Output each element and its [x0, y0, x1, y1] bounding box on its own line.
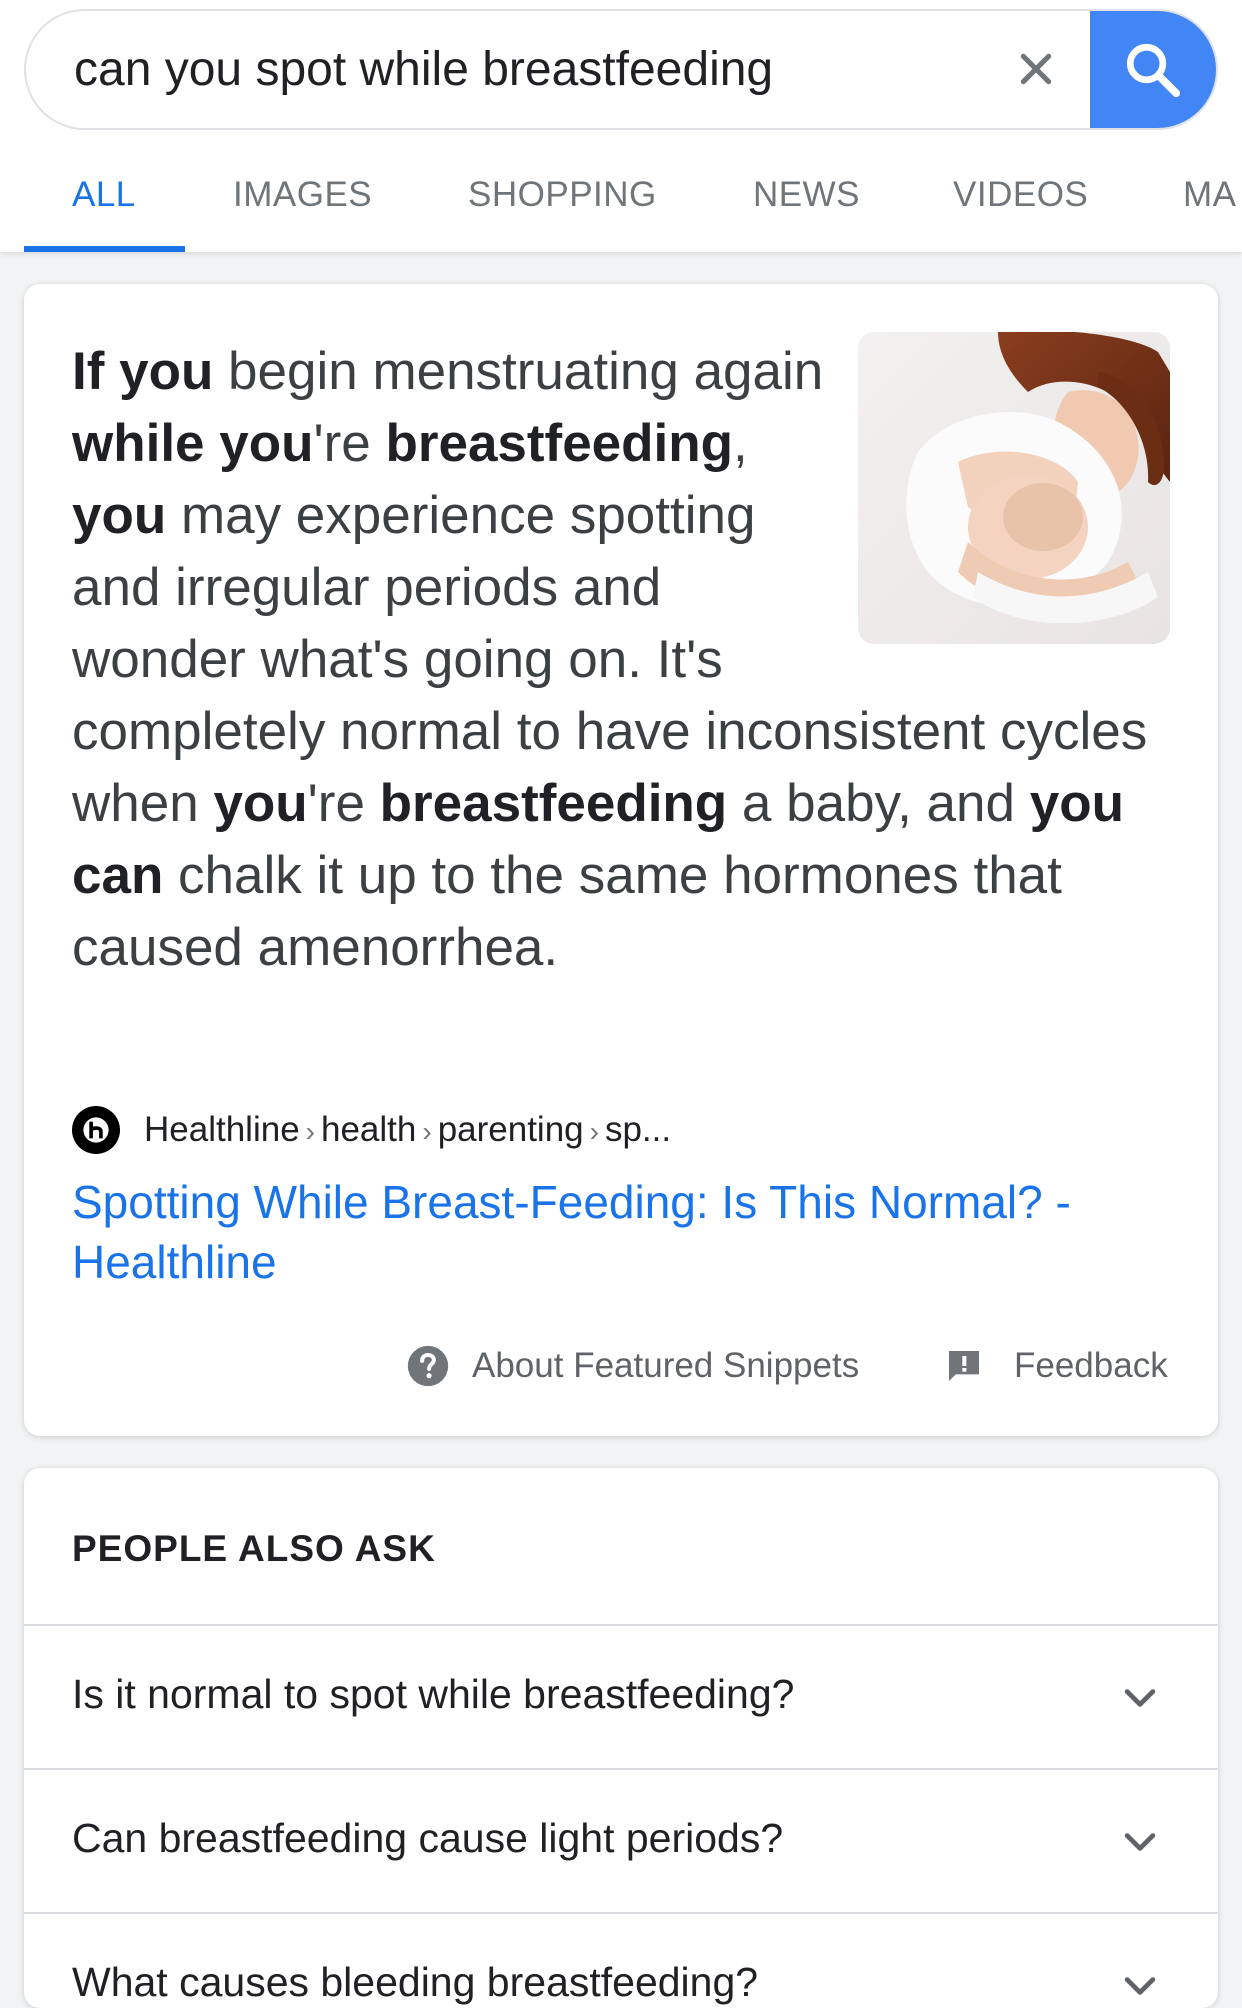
snippet-highlight: breastfeeding	[385, 414, 733, 473]
paa-question[interactable]: Can breastfeeding cause light periods?	[24, 1768, 1218, 1912]
snippet-highlight: you	[213, 774, 308, 833]
paa-question-text: Can breastfeeding cause light periods?	[72, 1815, 784, 1861]
help-circle-icon	[407, 1345, 449, 1387]
snippet-segment: begin menstruating again	[213, 342, 824, 401]
paa-question-text: Is it normal to spot while breastfeeding…	[72, 1671, 795, 1717]
paa-question[interactable]: Is it normal to spot while breastfeeding…	[24, 1624, 1218, 1768]
tab-news[interactable]: NEWS	[753, 175, 860, 215]
tab-all[interactable]: ALL	[72, 175, 136, 215]
about-featured-snippets-label: About Featured Snippets	[472, 1346, 860, 1385]
snippet-segment: a baby, and	[727, 774, 1030, 833]
breadcrumb-segment: health	[320, 1110, 417, 1149]
featured-snippet-card: If you begin menstruating again while yo…	[24, 284, 1218, 1436]
breadcrumb-segment: sp...	[604, 1110, 672, 1149]
search-box	[24, 9, 1218, 130]
snippet-highlight: If you	[72, 342, 214, 401]
snippet-highlight: you	[72, 486, 167, 545]
snippet-highlight: while you	[72, 414, 314, 473]
tab-shopping[interactable]: SHOPPING	[468, 175, 657, 215]
paa-question[interactable]: What causes bleeding breastfeeding?	[24, 1912, 1218, 2008]
snippet-segment: 're	[313, 414, 386, 473]
result-title-link[interactable]: Spotting While Breast-Feeding: Is This N…	[72, 1172, 1182, 1292]
feedback-icon	[949, 1351, 979, 1381]
snippet-source[interactable]: Healthline › health › parenting › sp...	[72, 1106, 671, 1154]
feedback-label: Feedback	[1014, 1346, 1168, 1385]
chevron-down-icon	[1124, 1689, 1156, 1707]
clear-search-button[interactable]	[1006, 39, 1066, 99]
about-featured-snippets-button[interactable]: About Featured Snippets	[406, 1334, 859, 1398]
healthline-logo-icon	[72, 1106, 120, 1154]
source-breadcrumb: Healthline › health › parenting › sp...	[144, 1110, 672, 1149]
chevron-down-icon	[1124, 1977, 1156, 1995]
search-header: ALL IMAGES SHOPPING NEWS VIDEOS MA	[0, 0, 1242, 252]
people-also-ask-card: PEOPLE ALSO ASK Is it normal to spot whi…	[24, 1468, 1218, 2008]
people-also-ask-title: PEOPLE ALSO ASK	[72, 1528, 436, 1569]
search-input[interactable]	[74, 11, 974, 128]
source-site-name: Healthline	[144, 1110, 300, 1149]
paa-question-text: What causes bleeding breastfeeding?	[72, 1959, 759, 2005]
breadcrumb-segment: parenting	[437, 1110, 584, 1149]
snippet-text: If you begin menstruating again while yo…	[72, 336, 1172, 984]
tab-videos[interactable]: VIDEOS	[953, 175, 1088, 215]
snippet-highlight: breastfeeding	[379, 774, 728, 833]
snippet-footer: About Featured Snippets Feedback	[24, 1334, 1218, 1398]
snippet-segment: ,	[733, 414, 748, 473]
search-icon	[1126, 43, 1181, 97]
active-tab-indicator	[24, 246, 185, 252]
search-tabs: ALL IMAGES SHOPPING NEWS VIDEOS MA	[0, 160, 1242, 252]
tab-images[interactable]: IMAGES	[233, 175, 372, 215]
snippet-segment: 're	[307, 774, 380, 833]
feedback-button[interactable]: Feedback	[944, 1334, 1168, 1398]
search-button[interactable]	[1090, 11, 1216, 128]
tab-maps[interactable]: MA	[1183, 175, 1237, 215]
chevron-down-icon	[1124, 1833, 1156, 1851]
close-icon	[1020, 53, 1052, 85]
snippet-segment: chalk it up to the same hormones that ca…	[72, 846, 1062, 977]
